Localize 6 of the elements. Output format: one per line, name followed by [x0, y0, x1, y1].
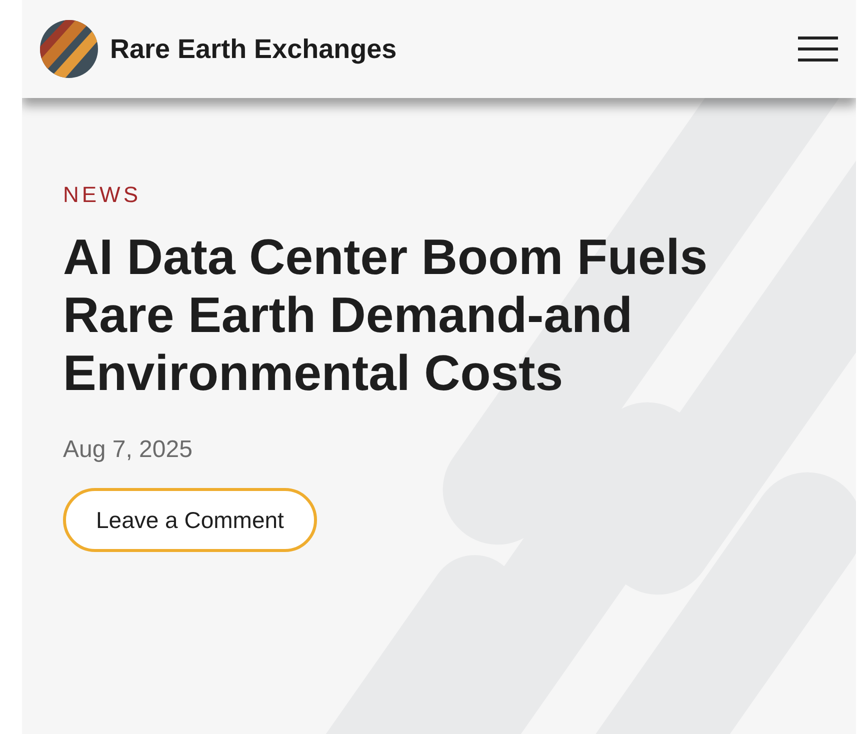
category-label[interactable]: NEWS: [63, 184, 141, 206]
site-name[interactable]: Rare Earth Exchanges: [110, 28, 397, 70]
post-date: Aug 7, 2025: [63, 435, 192, 465]
comment-button[interactable]: Leave a Comment: [63, 488, 317, 552]
article-title: AI Data Center Boom Fuels Rare Earth Demand-and Environmental Costs: [63, 228, 709, 402]
menu-icon[interactable]: [798, 36, 838, 62]
